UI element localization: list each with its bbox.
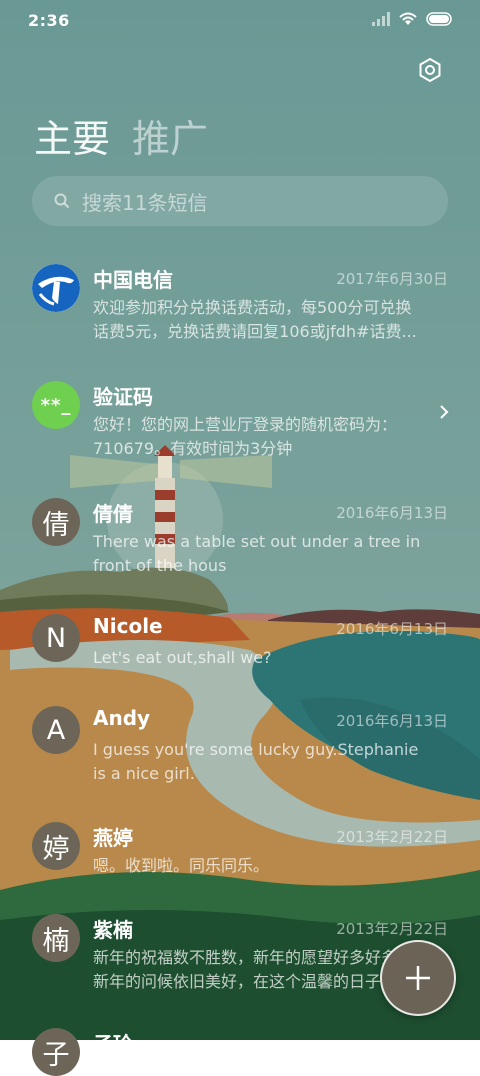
- conversation-date: 2017年6月30日: [336, 270, 448, 288]
- search-bar[interactable]: 搜索11条短信: [32, 176, 448, 226]
- preview-line: is a nice girl.: [93, 764, 195, 783]
- conversation-name: 倩倩: [93, 502, 133, 526]
- conversation-name: Nicole: [93, 614, 163, 638]
- preview-line: 您好！您的网上营业厅登录的随机密码为：: [93, 415, 398, 434]
- preview-line: 话费5元，兑换话费请回复106或jfdh#话费...: [93, 322, 417, 341]
- telecom-logo-avatar: [32, 264, 80, 312]
- conversation-date: 2016年6月13日: [336, 712, 448, 730]
- conversation-preview: 欢迎参加积分兑换话费活动，每500分可兑换 话费5元，兑换话费请回复106或jf…: [93, 296, 447, 344]
- search-icon: [54, 193, 70, 209]
- conversation-preview: Let's eat out,shall we?: [93, 646, 447, 670]
- wifi-icon: [399, 12, 417, 25]
- avatar: A: [32, 706, 80, 754]
- status-icons: [372, 12, 454, 26]
- conversation-name: 紫楠: [93, 918, 133, 942]
- preview-line: 欢迎参加积分兑换话费活动，每500分可兑换: [93, 298, 412, 317]
- preview-line: Let's eat out,shall we?: [93, 648, 272, 667]
- conversation-date: 2013年2月22日: [336, 828, 448, 846]
- conversation-date: 2013年2月22日: [336, 920, 448, 938]
- preview-line: front of the hous: [93, 556, 227, 575]
- preview-line: I guess you're some lucky guy.Stephanie: [93, 740, 419, 759]
- avatar: **_: [32, 381, 80, 429]
- conversation-preview: 您好！您的网上营业厅登录的随机密码为： 710679。有效时间为3分钟: [93, 413, 447, 461]
- conversation-date: 2016年6月13日: [336, 620, 448, 638]
- conversation-preview: 嗯。收到啦。同乐同乐。: [93, 854, 447, 878]
- conversation-name: 中国电信: [93, 268, 173, 292]
- preview-line: There was a table set out under a tree i…: [93, 532, 421, 551]
- tab-primary[interactable]: 主要: [34, 108, 110, 163]
- avatar: 子: [32, 1028, 80, 1076]
- avatar: 倩: [32, 498, 80, 546]
- gear-icon[interactable]: [416, 56, 444, 84]
- avatar: N: [32, 614, 80, 662]
- preview-line: 嗯。收到啦。同乐同乐。: [93, 856, 270, 875]
- signal-icon: [372, 12, 390, 26]
- preview-line: 710679。有效时间为3分钟: [93, 439, 293, 458]
- compose-button[interactable]: [380, 940, 456, 1016]
- conversation-name: 验证码: [93, 385, 153, 409]
- conversation-preview: There was a table set out under a tree i…: [93, 530, 447, 578]
- status-bar: 2:36: [0, 0, 480, 40]
- tab-bar: 主要 推广: [34, 108, 208, 163]
- telecom-logo-icon: [32, 264, 80, 312]
- tab-promotions[interactable]: 推广: [132, 108, 208, 163]
- plus-icon: [406, 966, 430, 990]
- avatar: 婷: [32, 822, 80, 870]
- conversation-name: 子玲: [93, 1032, 133, 1056]
- status-time: 2:36: [28, 11, 70, 30]
- conversation-name: 燕婷: [93, 826, 133, 850]
- conversation-preview: I guess you're some lucky guy.Stephanie …: [93, 738, 447, 786]
- search-input[interactable]: 搜索11条短信: [82, 187, 207, 216]
- battery-icon: [426, 12, 452, 26]
- conversation-date: 2016年6月13日: [336, 504, 448, 522]
- conversation-name: Andy: [93, 706, 151, 730]
- avatar: 楠: [32, 914, 80, 962]
